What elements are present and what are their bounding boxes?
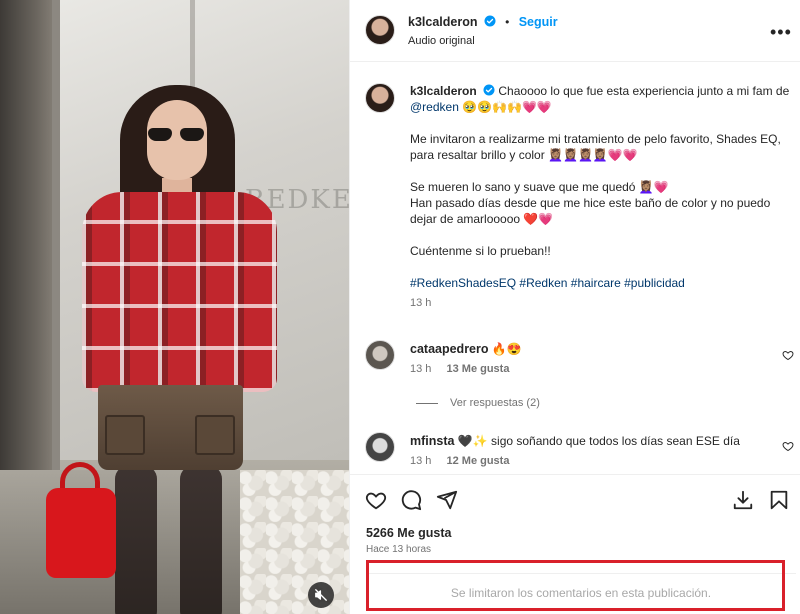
- comment-emojis: 🔥😍: [491, 342, 522, 356]
- comment-time[interactable]: 13 h: [410, 455, 431, 467]
- skirt-pocket: [105, 415, 145, 455]
- caption-time[interactable]: 13 h: [410, 295, 790, 311]
- person-leg: [180, 465, 222, 614]
- sunglasses: [148, 128, 206, 142]
- person-leg: [115, 465, 157, 614]
- comments-area: k3lcalderon Chaoooo lo que fue esta expe…: [350, 63, 800, 473]
- caption-emojis: 💆🏽‍♀️💗: [638, 180, 669, 194]
- post-header: k3lcalderon • Seguir Audio original •••: [350, 0, 800, 62]
- comment-emojis: 🖤✨: [457, 434, 488, 448]
- hashtags-link[interactable]: #RedkenShadesEQ #Redken #haircare #publi…: [410, 275, 790, 291]
- mention-link[interactable]: @redken: [410, 100, 459, 114]
- comment-text: sigo soñando que todos los días sean ESE…: [491, 434, 740, 448]
- plaid-sweater: [82, 192, 277, 392]
- comments-limited-text: Se limitaron los comentarios en esta pub…: [450, 585, 712, 600]
- like-comment-heart-icon[interactable]: [782, 440, 794, 452]
- caption-text: Chaoooo lo que fue esta experiencia junt…: [498, 84, 790, 98]
- comment-likes[interactable]: 12 Me gusta: [446, 455, 509, 467]
- comment-likes[interactable]: 13 Me gusta: [446, 363, 509, 375]
- caption-emojis: 🥹🥹🙌🙌💗💗: [462, 100, 552, 114]
- comment-time[interactable]: 13 h: [410, 363, 431, 375]
- more-options-icon[interactable]: •••: [770, 22, 792, 43]
- view-replies-label: Ver respuestas (2): [450, 397, 540, 409]
- header-username[interactable]: k3lcalderon: [408, 15, 477, 29]
- separator-dot: •: [505, 15, 510, 29]
- wall-background: [0, 0, 60, 500]
- caption-text: Cuéntenme si lo prueban!!: [410, 244, 551, 258]
- download-icon[interactable]: [732, 489, 754, 511]
- heart-icon[interactable]: [365, 489, 387, 511]
- comment-username[interactable]: mfinsta: [410, 434, 454, 448]
- comment-avatar[interactable]: [365, 432, 395, 462]
- caption-emojis: ❤️💗: [523, 212, 554, 226]
- post-media-photo[interactable]: REDKEN: [0, 0, 349, 614]
- post-time-ago[interactable]: Hace 13 horas: [366, 544, 431, 555]
- post-caption: k3lcalderon Chaoooo lo que fue esta expe…: [410, 83, 790, 311]
- skirt-pocket: [195, 415, 235, 455]
- replies-divider: [416, 402, 438, 404]
- caption-avatar[interactable]: [365, 83, 395, 113]
- mute-button[interactable]: [308, 582, 334, 608]
- red-handbag: [46, 488, 116, 578]
- caption-emojis: 💆🏽‍♀️💆🏽‍♀️💆🏽‍♀️💆🏽‍♀️💗💗: [548, 148, 638, 162]
- comment-username[interactable]: cataapedrero: [410, 342, 489, 356]
- audio-label[interactable]: Audio original: [408, 35, 475, 47]
- likes-count[interactable]: 5266 Me gusta: [366, 526, 451, 540]
- comment-item: mfinsta 🖤✨ sigo soñando que todos los dí…: [410, 433, 790, 469]
- post-actions: 5266 Me gusta Hace 13 horas Se limitaron…: [350, 474, 800, 614]
- comments-limited-notice: Se limitaron los comentarios en esta pub…: [366, 573, 796, 611]
- post-view: REDKEN k3lcalderon: [0, 0, 800, 614]
- share-icon[interactable]: [436, 489, 458, 511]
- caption-username[interactable]: k3lcalderon: [410, 84, 477, 98]
- like-comment-heart-icon[interactable]: [782, 349, 794, 361]
- comment-avatar[interactable]: [365, 340, 395, 370]
- caption-text: Han pasado días desde que me hice este b…: [410, 196, 771, 226]
- verified-badge-icon: [483, 84, 495, 96]
- bookmark-icon[interactable]: [768, 489, 790, 511]
- header-user-line: k3lcalderon • Seguir: [408, 15, 558, 29]
- caption-text: Se mueren lo sano y suave que me quedó: [410, 180, 636, 194]
- view-replies-button[interactable]: Ver respuestas (2): [416, 397, 540, 409]
- volume-off-icon: [315, 589, 327, 601]
- window-frame: [52, 0, 60, 470]
- follow-button[interactable]: Seguir: [519, 15, 558, 29]
- comment-icon[interactable]: [400, 489, 422, 511]
- comment-item: cataapedrero 🔥😍 13 h 13 Me gusta: [410, 341, 790, 377]
- post-side-panel: k3lcalderon • Seguir Audio original ••• …: [349, 0, 800, 614]
- verified-badge-icon: [484, 15, 496, 27]
- avatar[interactable]: [365, 15, 395, 45]
